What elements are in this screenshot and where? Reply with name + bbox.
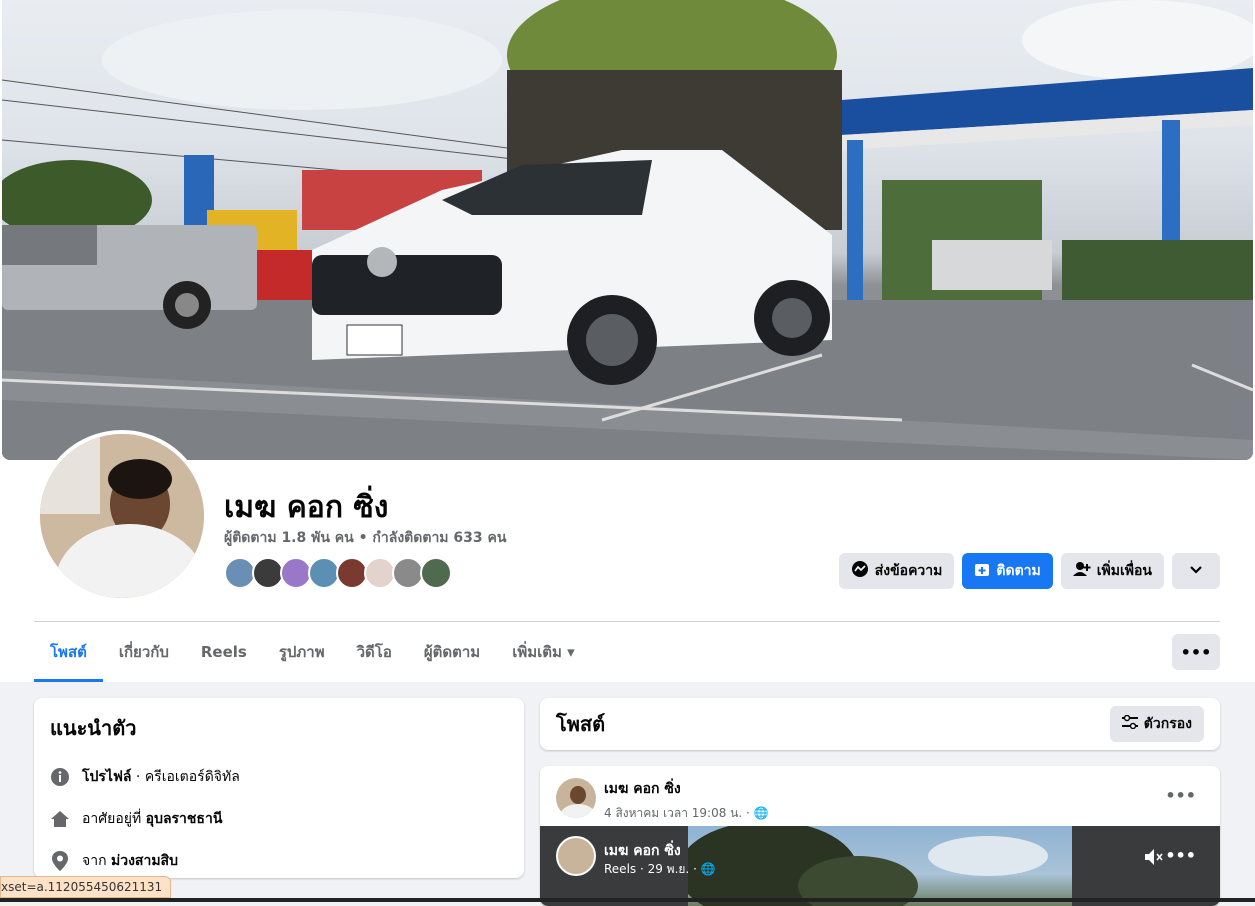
profile-actions: ส่งข้อความ ติดตาม เพิ่มเพื่อน (838, 553, 1220, 589)
intro-lives-row: อาศัยอยู่ที่ อุบลราชธานี (50, 798, 508, 840)
reel-author-name[interactable]: เมฆ คอก ซิ่ง (604, 840, 681, 862)
info-icon (50, 767, 70, 787)
tab-photos[interactable]: รูปภาพ (263, 622, 341, 682)
status-url-tooltip: xset=a.112055450621131 (0, 876, 172, 898)
follow-label: ติดตาม (996, 563, 1041, 579)
tab-followers[interactable]: ผู้ติดตาม (408, 622, 496, 682)
reel-video[interactable]: เมฆ คอก ซิ่ง Reels · 29 พ.ย. · 🌐 ••• (540, 826, 1220, 906)
post-author-name[interactable]: เมฆ คอก ซิ่ง (604, 778, 769, 800)
follow-button[interactable]: ติดตาม (962, 553, 1053, 589)
location-pin-icon (50, 851, 70, 871)
filter-icon (1121, 714, 1138, 733)
add-friend-label: เพิ่มเพื่อน (1096, 563, 1152, 579)
post-card: เมฆ คอก ซิ่ง 4 สิงหาคม เวลา 19:08 น. · 🌐… (540, 766, 1220, 906)
reel-author-avatar[interactable] (556, 836, 596, 876)
add-friend-icon (1072, 561, 1091, 581)
intro-card: แนะนำตัว โปรไฟล์ · ครีเอเตอร์ดิจิทัล อาศ… (34, 698, 524, 878)
reel-thumbnail (678, 826, 1072, 906)
lives-prefix: อาศัยอยู่ที่ (82, 811, 146, 827)
intro-profile-bold: โปรไฟล์ (82, 769, 132, 785)
lives-place-link[interactable]: อุบลราชธานี (146, 811, 223, 827)
follower-stats[interactable]: ผู้ติดตาม 1.8 พัน คน • กำลังติดตาม 633 ค… (224, 527, 506, 549)
chevron-down-icon (1189, 563, 1203, 579)
post-menu-button[interactable]: ••• (1165, 786, 1196, 805)
intro-title: แนะนำตัว (50, 716, 137, 740)
intro-profile-category: · ครีเอเตอร์ดิจิทัล (131, 769, 240, 785)
mute-icon[interactable] (1144, 848, 1164, 870)
posts-title: โพสต์ (556, 712, 606, 736)
follower-avatars (224, 557, 452, 589)
profile-tabs: โพสต์ เกี่ยวกับ Reels รูปภาพ วิดีโอ ผู้ต… (34, 622, 591, 682)
follow-icon (974, 561, 990, 581)
follower-avatar[interactable] (420, 557, 452, 589)
profile-name: เมฆ คอก ซิ่ง (224, 490, 389, 525)
message-label: ส่งข้อความ (874, 563, 943, 579)
tab-more[interactable]: เพิ่มเติม ▾ (496, 622, 590, 682)
filter-label: ตัวกรอง (1143, 716, 1192, 732)
tabs-more-button[interactable]: ••• (1172, 634, 1220, 670)
cover-photo[interactable] (2, 0, 1253, 460)
from-prefix: จาก (82, 853, 111, 869)
from-place-link[interactable]: ม่วงสามสิบ (111, 853, 178, 869)
home-icon (50, 809, 70, 829)
filter-button[interactable]: ตัวกรอง (1109, 706, 1204, 742)
post-author-avatar[interactable] (556, 778, 596, 818)
messenger-icon (851, 560, 869, 582)
more-options-button[interactable] (1172, 553, 1220, 589)
reel-menu-button[interactable]: ••• (1165, 846, 1196, 865)
intro-profile-row: โปรไฟล์ · ครีเอเตอร์ดิจิทัล (50, 756, 508, 798)
posts-header: โพสต์ ตัวกรอง (540, 698, 1220, 750)
window-bottom-edge (0, 898, 1255, 902)
tab-reels[interactable]: Reels (185, 622, 263, 682)
add-friend-button[interactable]: เพิ่มเพื่อน (1060, 553, 1164, 589)
message-button[interactable]: ส่งข้อความ (838, 553, 955, 589)
post-timestamp[interactable]: 4 สิงหาคม เวลา 19:08 น. · 🌐 (604, 804, 769, 823)
post-header: เมฆ คอก ซิ่ง 4 สิงหาคม เวลา 19:08 น. · 🌐 (556, 778, 769, 823)
profile-avatar[interactable] (36, 430, 208, 602)
reel-timestamp[interactable]: Reels · 29 พ.ย. · 🌐 (604, 860, 716, 879)
ellipsis-icon: ••• (1180, 642, 1212, 662)
tab-posts[interactable]: โพสต์ (34, 622, 103, 682)
tab-about[interactable]: เกี่ยวกับ (103, 622, 185, 682)
tab-videos[interactable]: วิดีโอ (341, 622, 408, 682)
